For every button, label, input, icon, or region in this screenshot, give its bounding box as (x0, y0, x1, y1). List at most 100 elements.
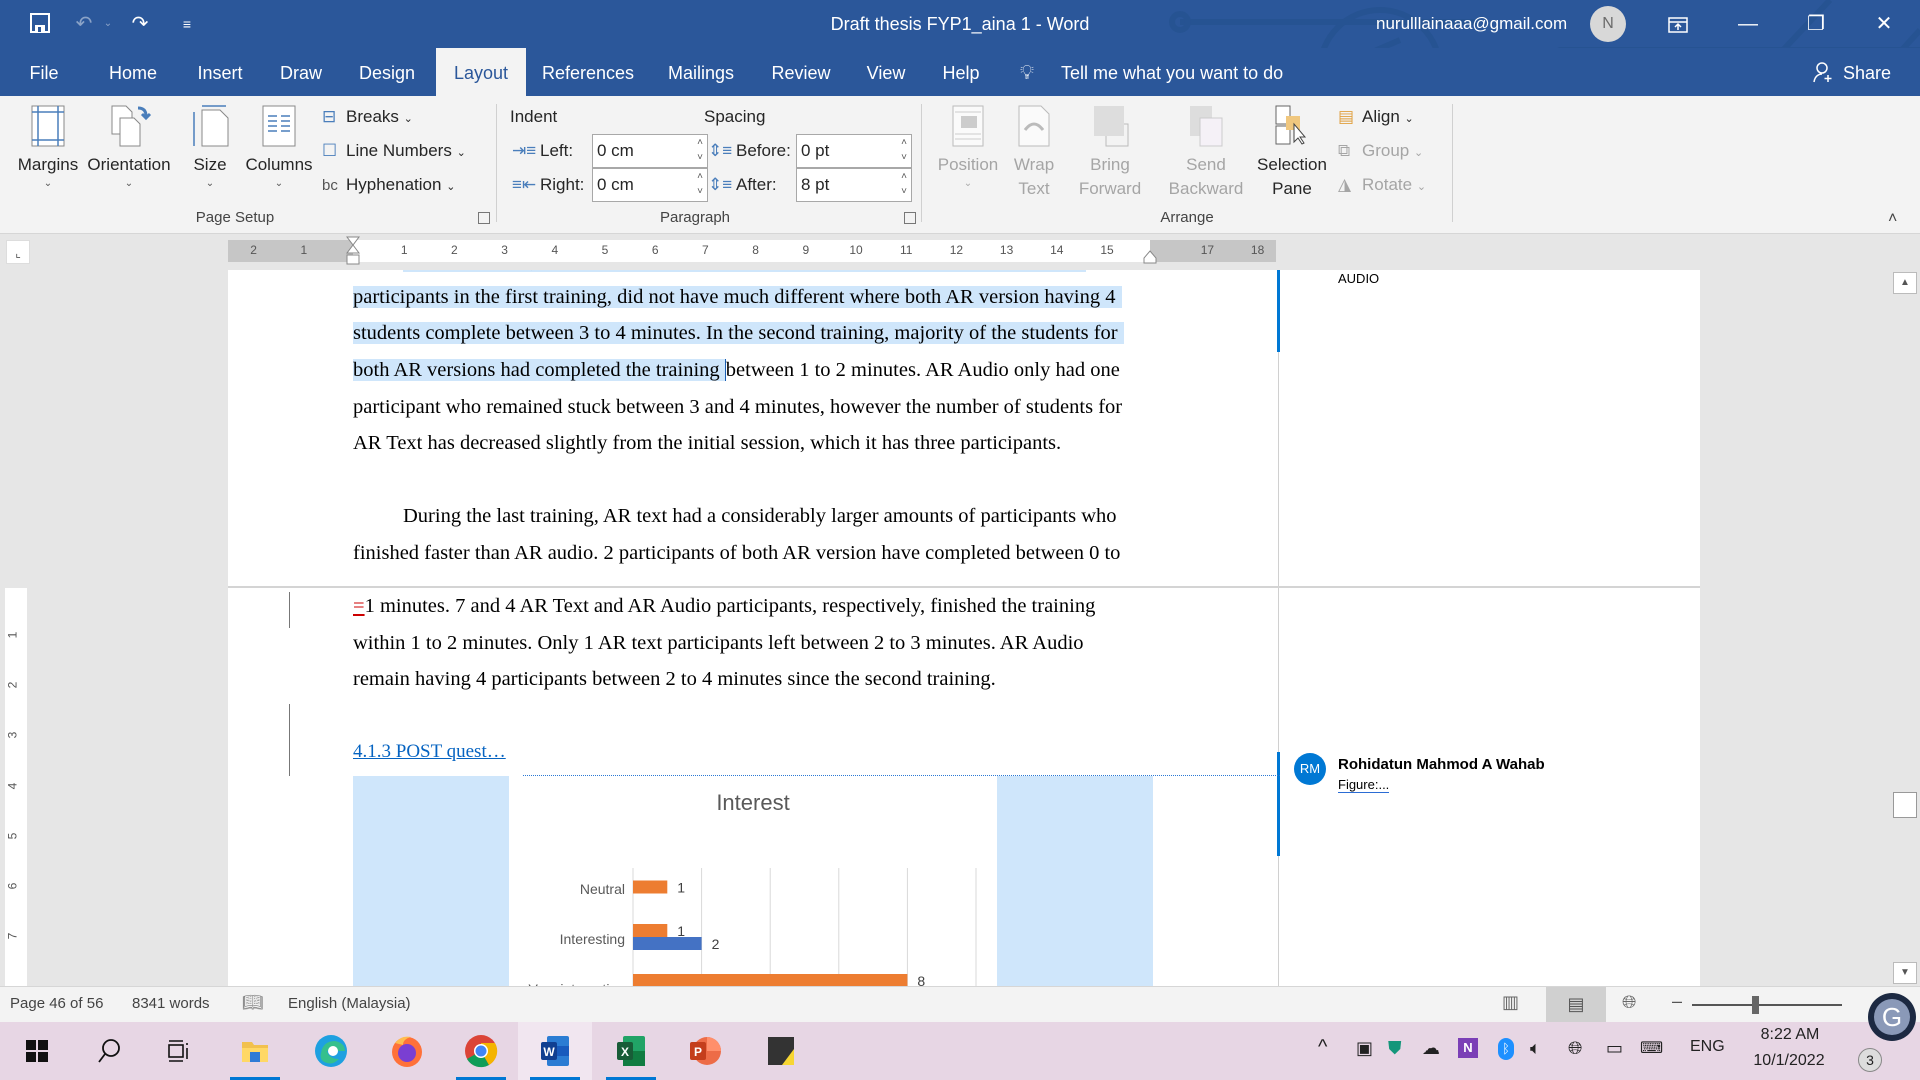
network-icon[interactable]: 🌐︎ (1568, 1038, 1582, 1059)
start-icon[interactable] (0, 1022, 74, 1080)
proofing-icon[interactable]: 📖︎ (242, 993, 264, 1013)
word-icon[interactable]: W (518, 1022, 592, 1080)
heading-link-4-1-3[interactable]: 4.1.3 POST quest… (353, 737, 506, 767)
minimize-button[interactable]: — (1720, 0, 1776, 48)
document-line[interactable]: participants in the first training, did … (353, 282, 1122, 312)
margins-button[interactable]: Margins ⌄ (12, 104, 84, 191)
zoom-slider[interactable] (1692, 1004, 1842, 1006)
camera-icon[interactable]: ▣ (1356, 1038, 1373, 1059)
share-button[interactable]: Share (1812, 48, 1891, 96)
comment-body-link[interactable]: Figure:... (1338, 777, 1390, 793)
bring-forward-button[interactable]: Bring Forward (1064, 104, 1156, 201)
line-numbers-button[interactable]: ☐ Line Numbers ⌄ (322, 137, 466, 165)
rotate-button[interactable]: ◮ Rotate ⌄ (1338, 171, 1426, 199)
tab-home[interactable]: Home (98, 48, 168, 96)
paragraph-launcher-icon[interactable] (904, 212, 916, 224)
breaks-button[interactable]: ⊟ Breaks ⌄ (322, 103, 413, 131)
notification-badge[interactable]: 3 (1858, 1048, 1882, 1072)
scroll-up-icon[interactable]: ▲ (1893, 272, 1917, 294)
scroll-thumb[interactable] (1893, 792, 1917, 818)
search-icon[interactable] (72, 1022, 146, 1080)
grammarly-widget[interactable]: G (1868, 993, 1916, 1041)
tab-insert[interactable]: Insert (188, 48, 252, 96)
document-line[interactable]: within 1 to 2 minutes. Only 1 AR text pa… (353, 628, 1084, 658)
right-indent-marker-icon[interactable] (1143, 250, 1157, 264)
powerpoint-icon[interactable]: P (668, 1022, 742, 1080)
zoom-out-button[interactable]: – (1672, 991, 1682, 1012)
indent-marker-icon[interactable] (346, 236, 360, 266)
volume-icon[interactable]: 🔈︎ (1530, 1038, 1541, 1059)
tell-me-search[interactable]: 💡︎ Tell me what you want to do (1020, 48, 1283, 96)
user-avatar[interactable]: N (1590, 6, 1626, 42)
wrap-text-button[interactable]: Wrap Text (1004, 104, 1064, 201)
selected-text[interactable]: both AR versions had completed the train… (353, 359, 725, 381)
document-line[interactable]: AR Text has decreased slightly from the … (353, 428, 1061, 458)
document-line[interactable]: students complete between 3 to 4 minutes… (353, 318, 1124, 348)
spin-arrows-icon[interactable]: ˄ ˅ (697, 169, 703, 199)
restore-button[interactable]: ❐ (1788, 0, 1844, 48)
touch-keyboard-icon[interactable]: ⌨︎ (1640, 1038, 1663, 1058)
tab-review[interactable]: Review (766, 48, 836, 96)
document-area[interactable]: 1 2 3 4 5 6 7 AUDIO RM Rohidatun Mahmod A Waha… (0, 270, 1920, 986)
tab-view[interactable]: View (858, 48, 914, 96)
hyphenation-button[interactable]: bc Hyphenation ⌄ (322, 171, 455, 199)
vertical-scrollbar[interactable]: ▲ ▼ (1890, 270, 1920, 986)
chrome-icon[interactable] (444, 1022, 518, 1080)
tab-design[interactable]: Design (350, 48, 424, 96)
horizontal-ruler[interactable]: ⌞ 2 1 1 2 3 4 5 6 7 8 9 10 11 12 13 14 15 17 18 (0, 234, 1920, 270)
spin-arrows-icon[interactable]: ˄ ˅ (901, 169, 907, 199)
scroll-down-icon[interactable]: ▼ (1893, 962, 1917, 984)
close-button[interactable]: ✕ (1856, 0, 1912, 48)
tracked-change-mark[interactable]: = (353, 595, 365, 617)
language-status[interactable]: English (Malaysia) (288, 995, 411, 1012)
input-language[interactable]: ENG (1690, 1038, 1725, 1056)
document-line[interactable]: From the tables, it can be seen both num… (403, 270, 1087, 276)
spacing-before-input[interactable]: 0 pt ˄ ˅ (796, 134, 912, 168)
document-line[interactable]: both AR versions had completed the train… (353, 355, 1120, 385)
clock-date[interactable]: 10/1/2022 (1746, 1052, 1832, 1070)
show-hidden-icons[interactable]: ^ (1318, 1036, 1327, 1059)
tab-help[interactable]: Help (936, 48, 986, 96)
clock-time[interactable]: 8:22 AM (1754, 1026, 1826, 1044)
document-line[interactable]: finished faster than AR audio. 2 partici… (353, 538, 1120, 568)
columns-button[interactable]: Columns ⌄ (242, 104, 316, 191)
page-count[interactable]: Page 46 of 56 (10, 995, 103, 1012)
security-shield-icon[interactable]: ⛊ (1388, 1038, 1402, 1059)
onenote-icon[interactable]: N (1458, 1038, 1478, 1058)
document-line[interactable]: During the last training, AR text had a … (403, 501, 1117, 531)
account-email[interactable]: nurulllainaaa@gmail.com (1376, 14, 1567, 34)
battery-icon[interactable]: ▭ (1606, 1038, 1623, 1059)
selection-pane-button[interactable]: Selection Pane (1254, 104, 1330, 201)
file-explorer-icon[interactable] (218, 1022, 292, 1080)
onedrive-offline-icon[interactable]: ☁︎ (1422, 1038, 1440, 1059)
collapse-ribbon-icon[interactable]: ˄ (1888, 210, 1897, 228)
sticky-notes-icon[interactable] (744, 1022, 818, 1080)
tab-selector-icon[interactable]: ⌞ (6, 240, 30, 264)
web-layout-icon[interactable]: 🌐︎ (1622, 992, 1636, 1013)
indent-right-input[interactable]: 0 cm ˄ ˅ (592, 168, 708, 202)
bluetooth-icon[interactable]: ᛒ (1498, 1038, 1514, 1060)
spin-arrows-icon[interactable]: ˄ ˅ (901, 135, 907, 165)
document-line[interactable]: =1 minutes. 7 and 4 AR Text and AR Audio… (353, 591, 1095, 621)
group-button[interactable]: ⧉ Group ⌄ (1338, 137, 1423, 165)
tab-references[interactable]: References (538, 48, 638, 96)
excel-icon[interactable]: X (594, 1022, 668, 1080)
chart-area[interactable]: InterestNeutralInterestingVery interesti… (509, 776, 997, 986)
comment-text[interactable]: AUDIO (1338, 271, 1379, 286)
indent-left-input[interactable]: 0 cm ˄ ˅ (592, 134, 708, 168)
zoom-slider-thumb[interactable] (1752, 996, 1759, 1014)
orientation-button[interactable]: Orientation ⌄ (86, 104, 172, 191)
print-layout-icon[interactable]: ▤ (1546, 987, 1606, 1022)
page-setup-launcher-icon[interactable] (478, 212, 490, 224)
tab-layout[interactable]: Layout (436, 48, 526, 96)
spacing-after-input[interactable]: 8 pt ˄ ˅ (796, 168, 912, 202)
edge-icon[interactable] (294, 1022, 368, 1080)
size-button[interactable]: Size ⌄ (184, 104, 236, 191)
ribbon-display-options-icon[interactable] (1650, 0, 1706, 48)
send-backward-button[interactable]: Send Backward (1160, 104, 1252, 201)
document-line[interactable]: participant who remained stuck between 3… (353, 392, 1122, 422)
read-mode-icon[interactable]: ▥ (1502, 992, 1519, 1013)
tab-file[interactable]: File (16, 48, 72, 96)
tab-mailings[interactable]: Mailings (660, 48, 742, 96)
word-count[interactable]: 8341 words (132, 995, 210, 1012)
